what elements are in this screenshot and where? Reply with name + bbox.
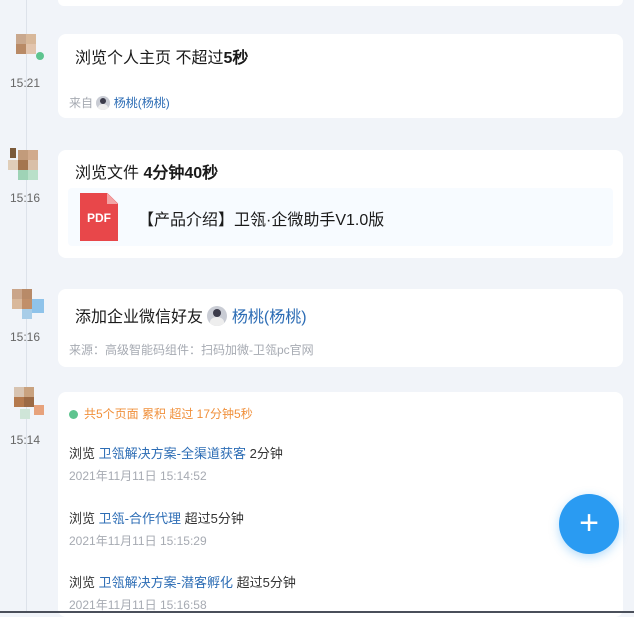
add-button[interactable]: + [559,494,619,554]
source-label: 来自 [69,96,94,110]
visitor-avatar [6,287,46,323]
user-link[interactable]: 杨桃(杨桃) [232,309,307,326]
entry-time: 15:16 [9,191,41,205]
user-avatar [207,306,228,326]
activity-title: 浏览文件 4分钟40秒 [75,159,218,183]
file-type-label: PDF [87,211,111,225]
visit-datetime: 2021年11月11日 15:14:52 [69,469,207,483]
visit-duration: 超过5分钟 [184,511,244,526]
activity-title-text: 浏览个人主页 不超过 [75,50,224,67]
activity-card[interactable]: 共5个页面 累积 超过 17分钟5秒 浏览 卫瓴解决方案-全渠道获客 2分钟 2… [58,392,623,617]
activity-duration: 5秒 [223,50,249,67]
visit-duration: 2分钟 [249,446,283,461]
visitor-avatar [6,148,46,184]
plus-icon: + [579,504,599,542]
page-link[interactable]: 卫瓴解决方案-潜客孵化 [99,575,233,590]
page-link[interactable]: 卫瓴解决方案-全渠道获客 [99,446,246,461]
visitor-avatar [6,385,46,421]
visit-summary: 共5个页面 累积 超过 17分钟5秒 [69,405,253,422]
entry-time: 15:16 [9,330,41,344]
previous-card-edge [58,0,623,6]
status-dot [69,410,78,419]
activity-title: 浏览个人主页 不超过5秒 [75,44,248,68]
entry-time: 15:21 [9,76,41,90]
source-line: 来源：高级智能码组件：扫码加微-卫瓴pc官网 [69,343,314,357]
activity-title-text: 浏览文件 [75,165,144,182]
activity-title: 添加企业微信好友 杨桃(杨桃) [75,303,307,327]
file-name: 【产品介绍】卫瓴·企微助手V1.0版 [138,212,385,229]
user-link[interactable]: 杨桃(杨桃) [114,96,170,110]
file-attachment[interactable]: PDF 【产品介绍】卫瓴·企微助手V1.0版 [68,188,613,246]
user-avatar [96,96,111,110]
activity-title-text: 添加企业微信好友 [75,309,204,326]
visitor-avatar [6,34,46,70]
visit-verb: 浏览 [69,446,96,461]
visit-item[interactable]: 浏览 卫瓴解决方案-全渠道获客 2分钟 [69,443,283,462]
summary-text: 共5个页面 累积 超过 17分钟5秒 [84,407,253,421]
activity-card[interactable]: 浏览个人主页 不超过5秒 来自 杨桃(杨桃) [58,34,623,118]
activity-duration: 4分钟40秒 [143,165,219,182]
visit-verb: 浏览 [69,575,96,590]
visit-item[interactable]: 浏览 卫瓴-合作代理 超过5分钟 [69,508,244,527]
visit-datetime: 2021年11月11日 15:15:29 [69,534,207,548]
activity-card[interactable]: 浏览文件 4分钟40秒 PDF 【产品介绍】卫瓴·企微助手V1.0版 [58,150,623,258]
page-link[interactable]: 卫瓴-合作代理 [99,511,181,526]
visit-verb: 浏览 [69,511,96,526]
entry-time: 15:14 [9,433,41,447]
pdf-icon: PDF [80,193,118,241]
visit-duration: 超过5分钟 [236,575,296,590]
source-line: 来自 杨桃(杨桃) [69,94,170,111]
visit-item[interactable]: 浏览 卫瓴解决方案-潜客孵化 超过5分钟 [69,572,296,591]
activity-card[interactable]: 添加企业微信好友 杨桃(杨桃) 来源：高级智能码组件：扫码加微-卫瓴pc官网 [58,289,623,367]
